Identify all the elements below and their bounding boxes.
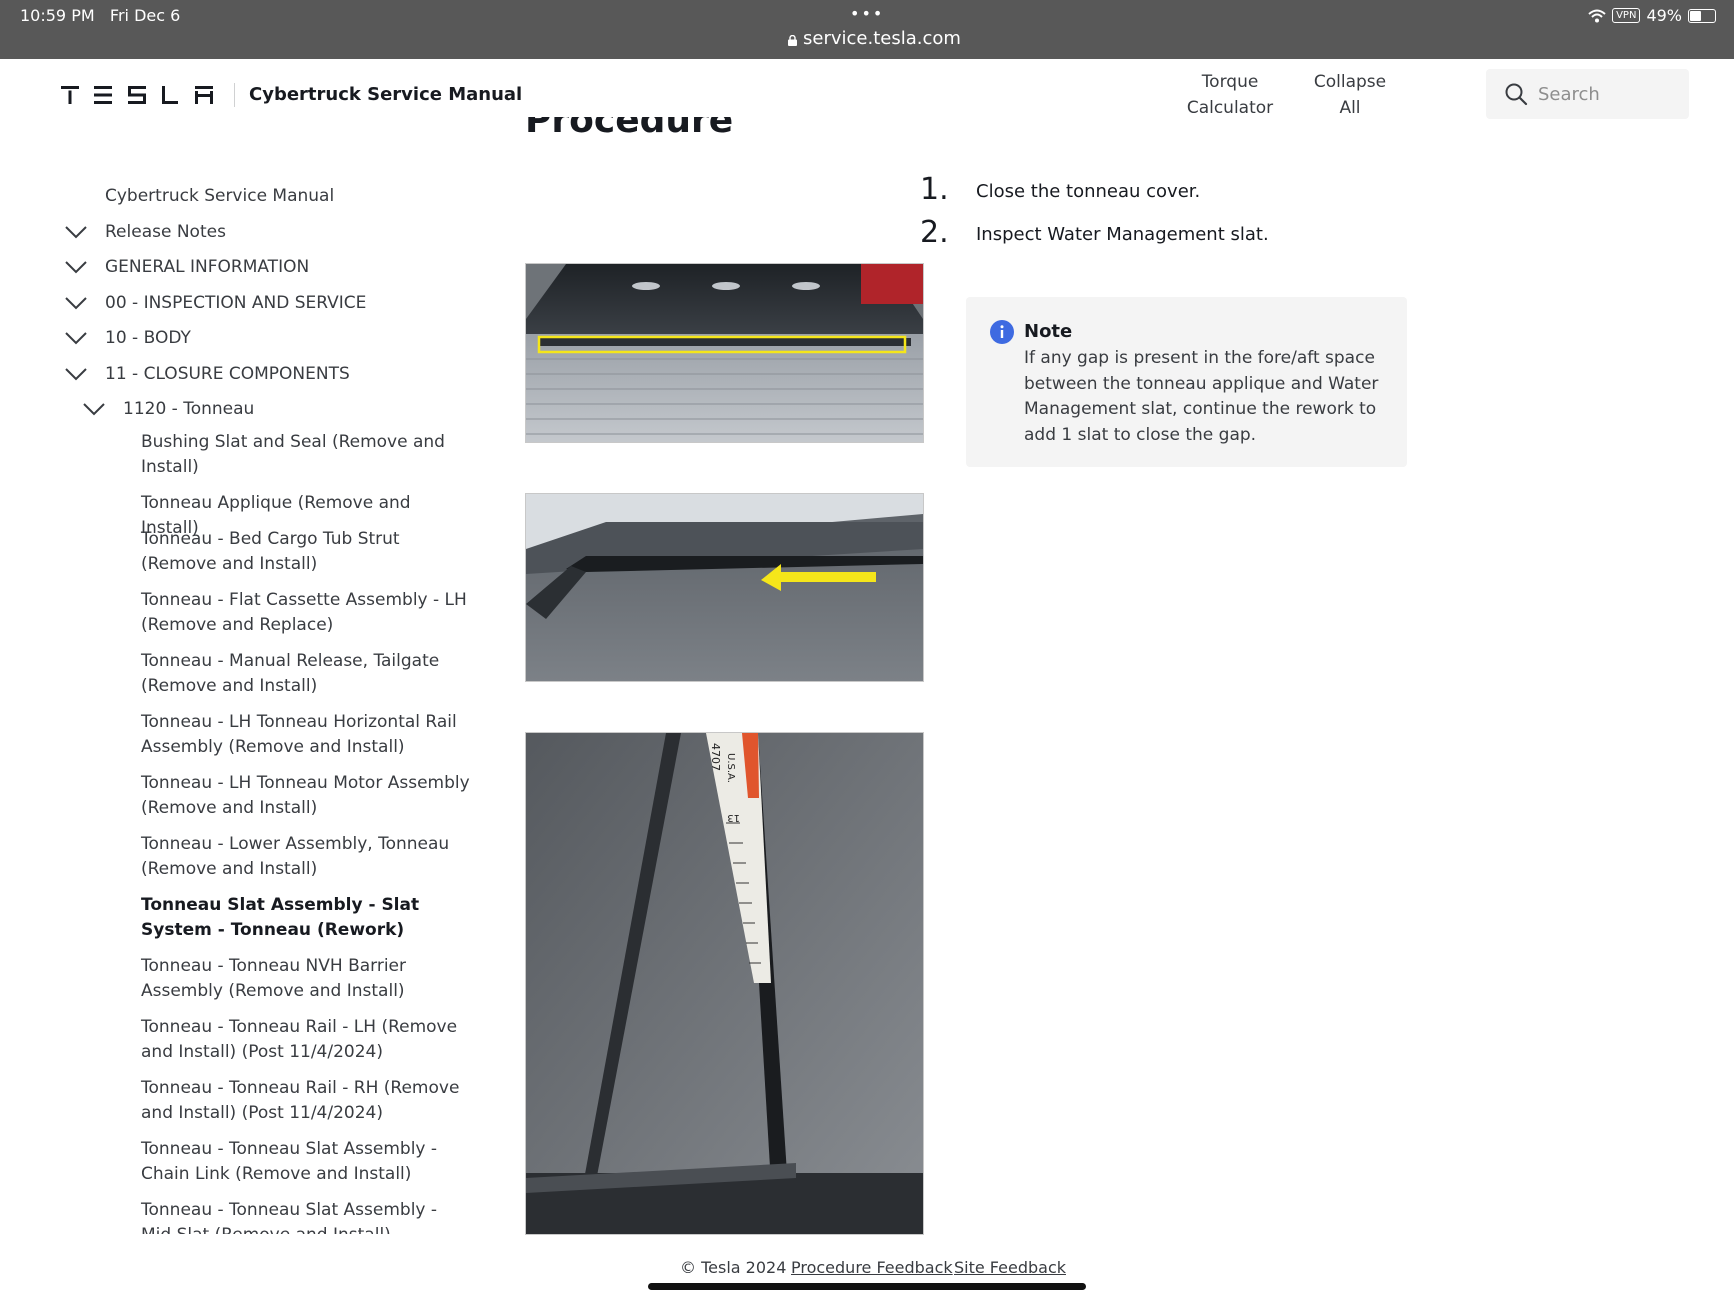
collapse-all-button[interactable]: Collapse All <box>1300 69 1400 121</box>
nav-item-flat-cassette[interactable]: Tonneau - Flat Cassette Assembly - LH (R… <box>141 588 471 638</box>
nav-item-rail-lh[interactable]: Tonneau - Tonneau Rail - LH (Remove and … <box>141 1015 471 1065</box>
nav-item-chain-link[interactable]: Tonneau - Tonneau Slat Assembly - Chain … <box>141 1137 471 1187</box>
chevron-down-icon[interactable] <box>65 331 87 345</box>
battery-icon <box>1688 8 1716 23</box>
nav-section-release-notes[interactable]: Release Notes <box>65 220 226 245</box>
nav-section-general-information[interactable]: GENERAL INFORMATION <box>65 255 309 280</box>
tape-label-4707: 4707 <box>709 743 722 771</box>
chevron-down-icon[interactable] <box>65 225 87 239</box>
nav-item-lower-assembly[interactable]: Tonneau - Lower Assembly, Tonneau (Remov… <box>141 832 471 882</box>
nav-item-rail-rh[interactable]: Tonneau - Tonneau Rail - RH (Remove and … <box>141 1076 471 1126</box>
address-bar[interactable]: service.tesla.com <box>788 28 961 49</box>
nav-item-slat-system-active[interactable]: Tonneau Slat Assembly - Slat System - To… <box>141 893 471 943</box>
chevron-down-icon[interactable] <box>83 402 105 416</box>
nav-item-motor-assembly[interactable]: Tonneau - LH Tonneau Motor Assembly (Rem… <box>141 771 471 821</box>
wifi-icon <box>1588 9 1606 22</box>
search-icon <box>1505 83 1528 106</box>
nav-section-closure-components[interactable]: 11 - CLOSURE COMPONENTS <box>65 362 350 387</box>
procedure-image-3: 4707 U.S.A. 13 <box>525 732 924 1235</box>
footer: © Tesla 2024 Procedure Feedback Site Fee… <box>0 1255 1734 1285</box>
torque-calculator-link[interactable]: Torque Calculator <box>1175 69 1285 121</box>
procedure-feedback-link[interactable]: Procedure Feedback <box>791 1258 953 1277</box>
copyright: © Tesla 2024 <box>680 1258 787 1277</box>
tonneau-rear-photo <box>526 264 923 442</box>
search-box[interactable] <box>1486 69 1689 119</box>
search-input[interactable] <box>1536 82 1680 106</box>
lock-icon <box>788 35 797 46</box>
nav-item-horizontal-rail[interactable]: Tonneau - LH Tonneau Horizontal Rail Ass… <box>141 710 471 760</box>
vpn-badge: VPN <box>1612 8 1641 23</box>
site-feedback-link[interactable]: Site Feedback <box>954 1258 1066 1277</box>
battery-percent: 49% <box>1646 6 1682 25</box>
nav-section-inspection-service[interactable]: 00 - INSPECTION AND SERVICE <box>65 291 366 316</box>
tape-measure-gap-photo: 4707 U.S.A. 13 <box>526 733 923 1234</box>
nav-item-bushing-slat[interactable]: Bushing Slat and Seal (Remove and Instal… <box>141 430 471 480</box>
nav-item-mid-slat[interactable]: Tonneau - Tonneau Slat Assembly - Mid Sl… <box>141 1198 471 1234</box>
status-indicators: VPN 49% <box>1588 6 1716 25</box>
tape-label-usa: U.S.A. <box>725 753 736 783</box>
chevron-down-icon[interactable] <box>65 260 87 274</box>
info-icon <box>990 320 1014 344</box>
tesla-logo-mask <box>61 86 213 104</box>
home-indicator[interactable] <box>648 1283 1086 1290</box>
note-title: Note <box>1024 321 1073 342</box>
nav-item-nvh-barrier[interactable]: Tonneau - Tonneau NVH Barrier Assembly (… <box>141 954 471 1004</box>
procedure-image-2 <box>525 493 924 682</box>
status-time: 10:59 PM Fri Dec 6 <box>20 6 181 25</box>
note-callout: Note If any gap is present in the fore/a… <box>966 297 1407 467</box>
chevron-down-icon[interactable] <box>65 296 87 310</box>
browser-menu-dots[interactable]: ••• <box>850 4 884 23</box>
manual-title-mask: Cybertruck Service Manual <box>249 84 523 105</box>
chevron-down-icon[interactable] <box>65 367 87 381</box>
header-divider-mask <box>234 83 235 107</box>
nav-root[interactable]: Cybertruck Service Manual <box>105 184 334 209</box>
sidebar-nav: Cybertruck Service Manual Release Notes … <box>0 131 490 1234</box>
status-bar: 10:59 PM Fri Dec 6 ••• service.tesla.com… <box>0 0 1734 59</box>
note-body: If any gap is present in the fore/aft sp… <box>1024 348 1379 445</box>
water-slat-photo <box>526 494 923 681</box>
nav-subsection-tonneau[interactable]: 1120 - Tonneau <box>83 397 254 422</box>
tape-number: 13 <box>727 812 740 823</box>
nav-item-manual-release[interactable]: Tonneau - Manual Release, Tailgate (Remo… <box>141 649 471 699</box>
nav-section-body[interactable]: 10 - BODY <box>65 326 191 351</box>
procedure-image-1 <box>525 263 924 443</box>
nav-item-bed-cargo-strut[interactable]: Tonneau - Bed Cargo Tub Strut (Remove an… <box>141 527 471 577</box>
